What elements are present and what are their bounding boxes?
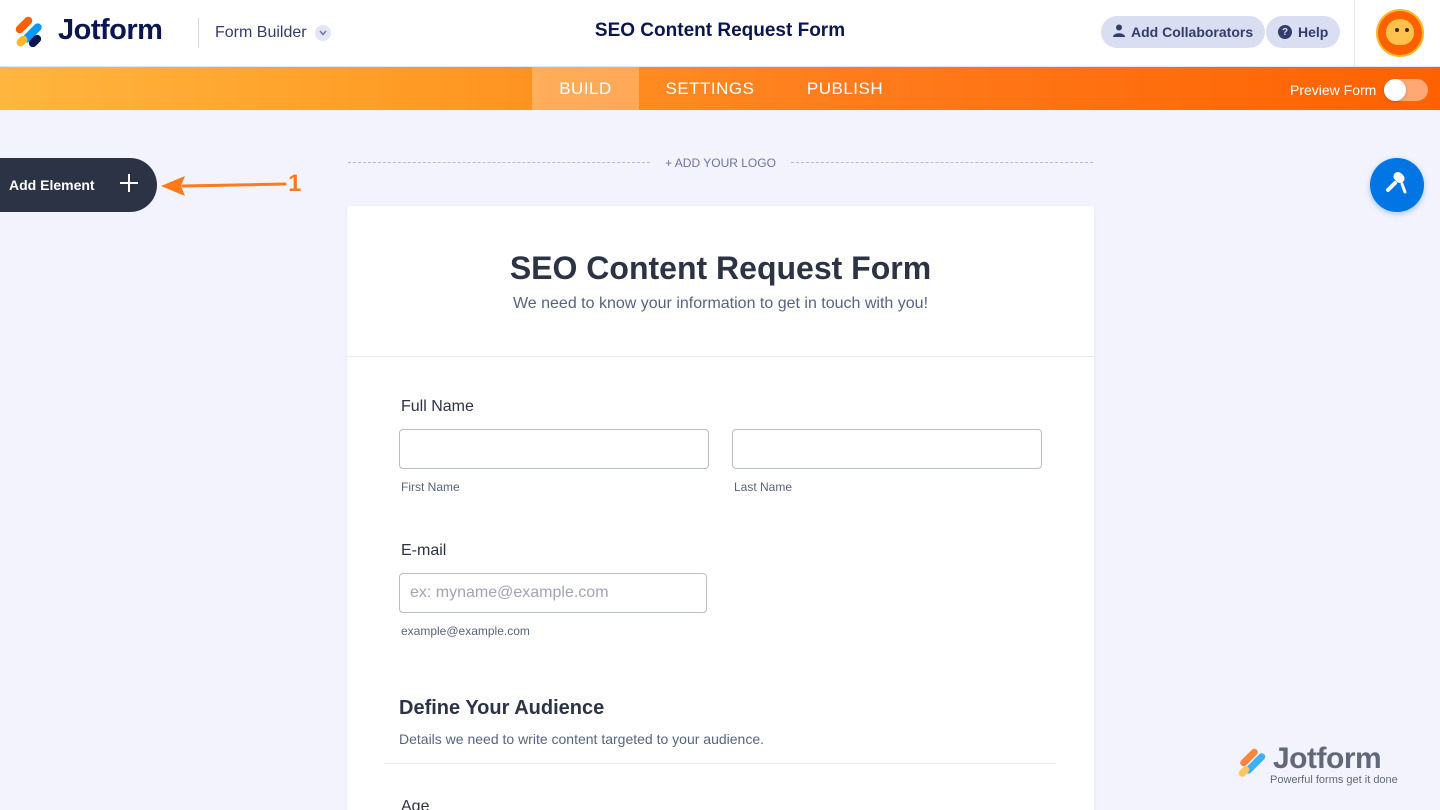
header-divider	[1354, 0, 1355, 67]
section-divider	[384, 763, 1056, 764]
tab-settings[interactable]: SETTINGS	[648, 67, 772, 110]
annotation-arrow	[161, 176, 287, 196]
tab-publish[interactable]: PUBLISH	[790, 67, 900, 110]
form-subheading[interactable]: We need to know your information to get …	[347, 295, 1094, 313]
first-name-sublabel: First Name	[401, 480, 460, 494]
last-name-sublabel: Last Name	[734, 480, 793, 494]
preview-form-toggle[interactable]: Preview Form	[1290, 79, 1429, 101]
add-collaborators-label: Add Collaborators	[1131, 24, 1254, 40]
plus-icon	[117, 171, 141, 195]
watermark-brand: Jotform	[1273, 742, 1382, 775]
jotform-watermark: Jotform Powerful forms get it done	[1236, 742, 1416, 790]
full-name-label[interactable]: Full Name	[401, 398, 474, 416]
jotform-watermark-icon	[1238, 748, 1266, 777]
add-logo-link[interactable]: + ADD YOUR LOGO	[650, 156, 791, 170]
form-builder-label: Form Builder	[215, 24, 307, 41]
paint-roller-icon	[1384, 170, 1410, 201]
user-avatar[interactable]	[1376, 9, 1424, 57]
email-input[interactable]: ex: myname@example.com	[399, 573, 707, 613]
logo-dashed-line-right	[791, 162, 1093, 163]
user-icon	[1113, 24, 1125, 40]
email-sublabel: example@example.com	[401, 624, 530, 638]
last-name-input[interactable]	[732, 429, 1042, 469]
form-heading[interactable]: SEO Content Request Form	[347, 250, 1094, 287]
tab-build[interactable]: BUILD	[532, 67, 639, 110]
top-header: Jotform Form Builder SEO Content Request…	[0, 0, 1440, 67]
form-card: SEO Content Request Form We need to know…	[347, 206, 1094, 810]
brand-name: Jotform	[58, 14, 163, 46]
watermark-tagline: Powerful forms get it done	[1270, 774, 1398, 786]
first-name-input[interactable]	[399, 429, 709, 469]
section-title[interactable]: Define Your Audience	[399, 697, 604, 720]
email-label[interactable]: E-mail	[401, 542, 446, 560]
add-element-button[interactable]: Add Element	[0, 158, 157, 212]
jotform-logo[interactable]: Jotform	[14, 14, 163, 49]
add-element-label: Add Element	[9, 177, 95, 193]
form-builder-dropdown[interactable]: Form Builder	[198, 18, 331, 48]
section-description[interactable]: Details we need to write content targete…	[399, 731, 764, 747]
help-label: Help	[1298, 24, 1329, 40]
avatar-face	[1386, 19, 1414, 45]
age-label[interactable]: Age	[401, 798, 429, 810]
add-collaborators-button[interactable]: Add Collaborators	[1101, 16, 1266, 48]
form-designer-button[interactable]	[1370, 158, 1424, 212]
logo-dashed-line-left	[348, 162, 650, 163]
builder-nav: BUILD SETTINGS PUBLISH Preview Form	[0, 67, 1440, 110]
chevron-down-icon	[314, 25, 331, 41]
preview-form-label: Preview Form	[1290, 82, 1377, 98]
form-header[interactable]: SEO Content Request Form We need to know…	[347, 206, 1094, 357]
jotform-logo-icon	[14, 14, 46, 49]
annotation-step-number: 1	[288, 170, 302, 197]
question-icon: ?	[1278, 25, 1292, 39]
preview-toggle-switch[interactable]	[1384, 79, 1429, 101]
help-button[interactable]: ? Help	[1266, 16, 1341, 48]
